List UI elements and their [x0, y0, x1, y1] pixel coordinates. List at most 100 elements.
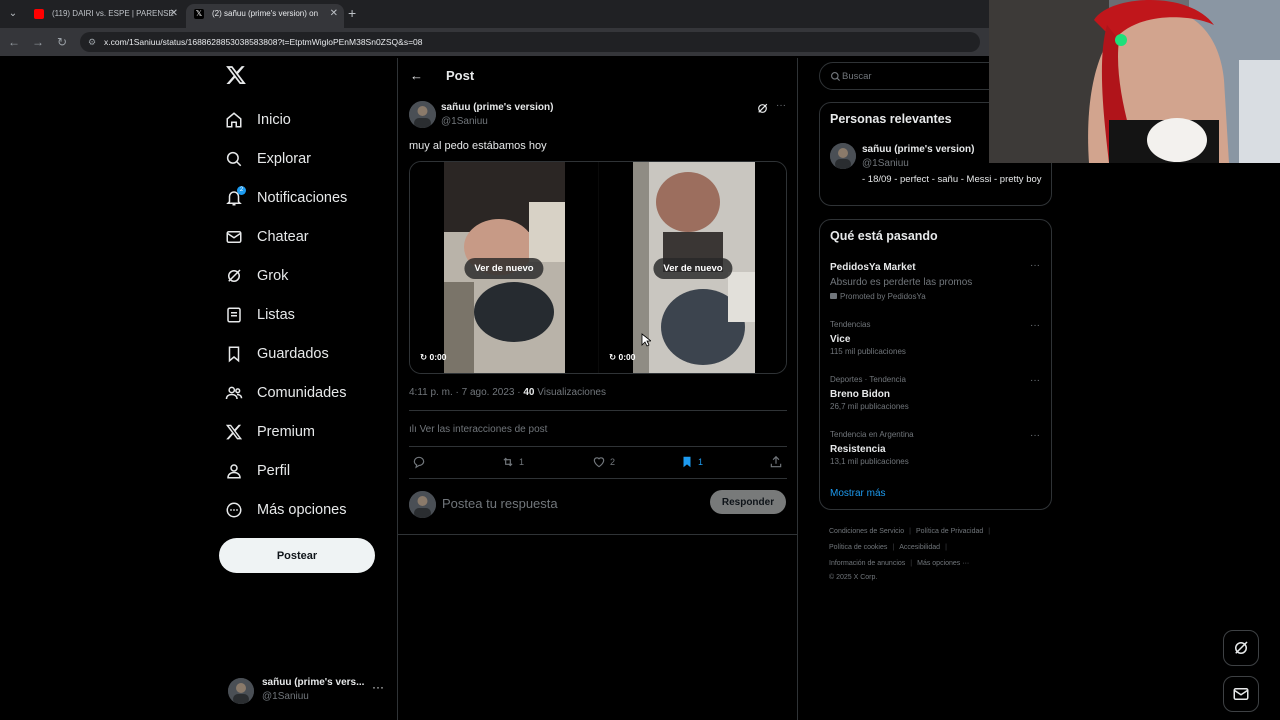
like-action[interactable]: 2 [592, 454, 615, 470]
footer-link[interactable]: Condiciones de Servicio [829, 528, 904, 535]
show-more-link[interactable]: Mostrar más [830, 488, 886, 499]
reply-button[interactable]: Responder [710, 490, 786, 514]
divider [409, 446, 787, 447]
views-count: 40 [523, 387, 535, 398]
post-button[interactable]: Postear [219, 538, 375, 573]
post-author-handle[interactable]: @1Saniuu [441, 116, 488, 127]
panel-title: Personas relevantes [830, 112, 952, 126]
sidebar-item-label: Inicio [257, 111, 291, 128]
person-icon [227, 463, 241, 478]
promoted-text: Promoted by PedidosYa [840, 291, 926, 301]
trend-item[interactable]: Tendencias Vice 115 mil publicaciones ··… [830, 320, 1042, 359]
sidebar-item-mas-opciones[interactable]: Más opciones [225, 490, 347, 529]
sidebar-item-grok[interactable]: Grok [225, 256, 347, 295]
back-arrow-icon[interactable]: ← [410, 68, 423, 83]
more-dots-icon[interactable]: ··· [1030, 430, 1040, 441]
x-icon: 𝕏 [194, 9, 204, 19]
new-tab-button[interactable]: + [348, 4, 356, 22]
panel-title: Qué está pasando [830, 229, 938, 243]
video-time: ↻ 0:00 [420, 352, 447, 363]
home-icon [226, 111, 242, 127]
trend-title: Vice [830, 334, 851, 345]
footer-link[interactable]: Política de cookies [829, 544, 887, 551]
search-input[interactable] [842, 67, 992, 85]
more-dots-icon[interactable]: ··· [372, 680, 384, 694]
account-name: sañuu (prime's vers... [262, 677, 365, 688]
sidebar-item-explorar[interactable]: Explorar [225, 139, 347, 178]
divider [398, 534, 798, 535]
sidebar-item-chatear[interactable]: Chatear [225, 217, 347, 256]
url-field[interactable]: ⚙ x.com/1Saniuu/status/16886288530385838… [80, 32, 980, 52]
relevant-user-handle[interactable]: @1Saniuu [862, 158, 909, 169]
reload-icon[interactable]: ↻ [54, 34, 70, 50]
sidebar-item-label: Grok [257, 267, 289, 284]
replay-button[interactable]: Ver de nuevo [653, 258, 733, 279]
reply-action[interactable] [412, 454, 430, 470]
close-tab-icon[interactable]: ✕ [170, 4, 178, 24]
more-dots-icon[interactable]: ··· [1030, 320, 1040, 331]
post-author-name[interactable]: sañuu (prime's version) [441, 102, 553, 113]
sidebar-item-comunidades[interactable]: Comunidades [225, 373, 347, 412]
view-interactions-link[interactable]: ılı Ver las interacciones de post [409, 424, 547, 435]
reply-input[interactable] [442, 492, 702, 514]
url-text: x.com/1Saniuu/status/1688628853038583808… [104, 37, 423, 47]
messages-floating-button[interactable] [1223, 676, 1259, 712]
avatar[interactable] [830, 143, 856, 169]
copyright: © 2025 X Corp. [829, 574, 878, 581]
sidebar-item-label: Notificaciones [257, 189, 348, 206]
more-circle-icon [226, 502, 242, 517]
footer-link[interactable]: Política de Privacidad [916, 528, 983, 535]
sidebar-item-perfil[interactable]: Perfil [225, 451, 347, 490]
close-tab-icon[interactable]: ✕ [330, 4, 338, 24]
more-dots-icon[interactable]: ··· [1030, 260, 1040, 271]
more-dots-icon[interactable]: ··· [776, 100, 786, 111]
footer-row: Política de cookies | Accesibilidad | [829, 540, 1039, 556]
footer-link[interactable]: Más opciones ··· [917, 560, 969, 567]
trend-ad[interactable]: PedidosYa Market Absurdo es perderte las… [830, 260, 1042, 302]
sidebar-item-label: Explorar [257, 150, 311, 167]
repost-count: 1 [519, 457, 525, 467]
replay-button[interactable]: Ver de nuevo [464, 258, 544, 279]
relevant-user-name[interactable]: sañuu (prime's version) [862, 144, 974, 155]
video-player[interactable]: Ver de nuevo ↻ 0:00 [410, 162, 598, 373]
trend-item[interactable]: Deportes · Tendencia Breno Bidon 26,7 mi… [830, 375, 1042, 414]
grok-floating-button[interactable] [1223, 630, 1259, 666]
share-action[interactable] [769, 454, 787, 470]
account-switcher[interactable]: sañuu (prime's vers... @1Saniuu ··· [228, 676, 388, 706]
browser-tab-x[interactable]: 𝕏 (2) sañuu (prime's version) on ✕ [186, 4, 344, 28]
views-label: Visualizaciones [534, 387, 606, 398]
post-timestamp[interactable]: 4:11 p. m. · 7 ago. 2023 · [409, 387, 523, 398]
mail-icon [1233, 688, 1249, 700]
sidebar-item-inicio[interactable]: Inicio [225, 100, 347, 139]
sidebar-item-label: Premium [257, 423, 316, 440]
browser-tab-youtube[interactable]: (119) DAIRI vs. ESPE | PARENSE ✕ [26, 4, 184, 28]
more-dots-icon[interactable]: ··· [1030, 375, 1040, 386]
ad-subtitle: Absurdo es perderte las promos [830, 277, 973, 288]
sidebar-item-premium[interactable]: Premium [225, 412, 347, 451]
trend-count: 13,1 mil publicaciones [830, 457, 909, 466]
bookmark-action[interactable]: 1 [680, 454, 703, 470]
sidebar-item-notificaciones[interactable]: 2 Notificaciones [225, 178, 347, 217]
back-icon[interactable]: ← [6, 34, 22, 50]
x-logo-icon[interactable] [225, 64, 247, 86]
grok-icon[interactable] [756, 102, 769, 115]
list-icon [227, 307, 241, 322]
footer-link[interactable]: Información de anuncios [829, 560, 905, 567]
tab-search-chevron-icon[interactable]: ⌄ [4, 5, 22, 23]
forward-icon[interactable]: → [30, 34, 46, 50]
sidebar-item-guardados[interactable]: Guardados [225, 334, 347, 373]
tab-title: (119) DAIRI vs. ESPE | PARENSE [52, 9, 174, 18]
sidebar-item-label: Chatear [257, 228, 309, 245]
trend-item[interactable]: Tendencia en Argentina Resistencia 13,1 … [830, 430, 1042, 469]
site-info-icon[interactable]: ⚙ [88, 32, 96, 52]
bookmark-icon [228, 346, 240, 362]
footer-link[interactable]: Accesibilidad [899, 544, 940, 551]
video-player[interactable]: Ver de nuevo ↻ 0:00 [599, 162, 786, 373]
notification-badge: 2 [237, 186, 246, 195]
repost-action[interactable]: 1 [501, 454, 524, 470]
trend-title: Breno Bidon [830, 389, 890, 400]
bookmark-count: 1 [698, 457, 704, 467]
avatar[interactable] [409, 101, 436, 128]
sidebar-item-listas[interactable]: Listas [225, 295, 347, 334]
sidebar-item-label: Más opciones [257, 501, 347, 518]
